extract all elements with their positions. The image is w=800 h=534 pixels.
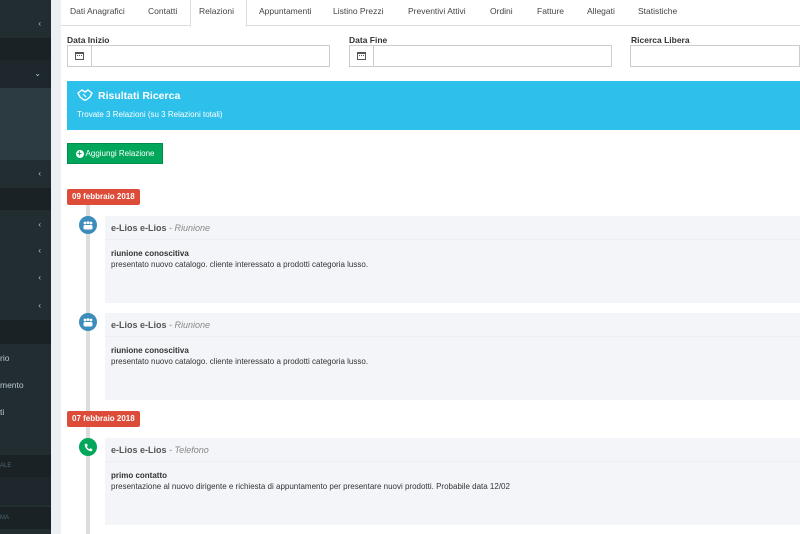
chevron-left-icon: ‹: [38, 169, 41, 178]
start-date-addon[interactable]: [67, 45, 92, 67]
sidebar-header: ALE: [0, 455, 51, 477]
sidebar-submenu: [0, 88, 51, 160]
calendar-icon: [75, 52, 84, 60]
tab-contatti[interactable]: Contatti: [140, 0, 185, 26]
sidebar-header: [0, 320, 51, 344]
end-date-label: Data Fine: [349, 35, 388, 45]
timeline-item-body: presentato nuovo catalogo. cliente inter…: [111, 357, 369, 366]
timeline-item: e-Lios e-Lios - Riunione riunione conosc…: [105, 216, 800, 303]
results-box: Risultati Ricerca Trovate 3 Relazioni (s…: [67, 81, 800, 130]
sidebar-item-expanded[interactable]: ⌄: [0, 60, 51, 88]
timeline-item: e-Lios e-Lios - Telefono primo contatto …: [105, 438, 800, 525]
chevron-left-icon: ‹: [38, 220, 41, 229]
results-subtitle: Trovate 3 Relazioni (su 3 Relazioni tota…: [77, 110, 223, 119]
sidebar-header: MA: [0, 507, 51, 529]
timeline-item-body: presentato nuovo catalogo. cliente inter…: [111, 260, 369, 269]
chevron-down-icon: ⌄: [34, 69, 41, 78]
sidebar-item[interactable]: ‹: [0, 238, 51, 264]
end-date-input[interactable]: [373, 45, 612, 67]
tab-allegati[interactable]: Allegati: [579, 0, 623, 26]
sidebar-item[interactable]: ‹: [0, 292, 51, 320]
start-date-label: Data Inizio: [67, 35, 110, 45]
main-content: Dati Anagrafici Contatti Relazioni Appun…: [61, 0, 800, 534]
sidebar: ‹ ⌄ ‹ ‹ ‹ ‹ ‹ rio mento ti ALE MA: [0, 0, 51, 534]
tab-dati-anagrafici[interactable]: Dati Anagrafici: [62, 0, 133, 26]
tab-ordini[interactable]: Ordini: [482, 0, 521, 26]
meeting-icon: [79, 313, 97, 331]
content-gutter: [51, 0, 61, 534]
results-title: Risultati Ricerca: [98, 90, 181, 102]
free-search-label: Ricerca Libera: [631, 35, 690, 45]
free-search-input[interactable]: [630, 45, 800, 67]
tab-fatture[interactable]: Fatture: [529, 0, 572, 26]
chevron-left-icon: ‹: [38, 301, 41, 310]
tab-listino-prezzi[interactable]: Listino Prezzi: [325, 0, 392, 26]
timeline-item-type: Riunione: [174, 320, 211, 330]
timeline-item-author: e-Lios e-Lios - Riunione: [111, 320, 211, 330]
add-relation-button[interactable]: + Aggiungi Relazione: [67, 143, 163, 164]
add-relation-label: Aggiungi Relazione: [85, 149, 155, 158]
timeline-item-title: riunione conoscitiva: [111, 249, 189, 258]
tab-appuntamenti[interactable]: Appuntamenti: [251, 0, 319, 26]
timeline-item-header: e-Lios e-Lios - Telefono: [105, 438, 800, 462]
chevron-left-icon: ‹: [38, 273, 41, 282]
plus-circle-icon: +: [75, 148, 84, 158]
timeline-item-header: e-Lios e-Lios - Riunione: [105, 313, 800, 337]
timeline-date-badge: 09 febbraio 2018: [67, 189, 140, 205]
tab-bar: Dati Anagrafici Contatti Relazioni Appun…: [61, 0, 800, 27]
tab-preventivi-attivi[interactable]: Preventivi Attivi: [400, 0, 474, 26]
calendar-icon: [357, 52, 366, 60]
handshake-icon: [77, 89, 93, 101]
meeting-icon: [79, 216, 97, 234]
timeline-item-body: presentazione al nuovo dirigente e richi…: [111, 482, 510, 491]
sidebar-header: [0, 188, 51, 210]
sidebar-item-label[interactable]: ti: [0, 407, 4, 417]
timeline-item: e-Lios e-Lios - Riunione riunione conosc…: [105, 313, 800, 400]
timeline-date-badge: 07 febbraio 2018: [67, 411, 140, 427]
sidebar-item[interactable]: ‹: [0, 160, 51, 188]
sidebar-item[interactable]: [0, 477, 51, 505]
sidebar-item[interactable]: ‹: [0, 10, 51, 38]
tab-relazioni[interactable]: Relazioni: [190, 0, 247, 27]
sidebar-header: [0, 38, 51, 60]
timeline-item-title: primo contatto: [111, 471, 167, 480]
timeline-item-title: riunione conoscitiva: [111, 346, 189, 355]
timeline-item-type: Riunione: [174, 223, 211, 233]
phone-icon: [79, 438, 97, 456]
timeline-item-author: e-Lios e-Lios - Riunione: [111, 223, 211, 233]
tab-statistiche[interactable]: Statistiche: [630, 0, 685, 26]
timeline-line: [86, 205, 90, 534]
sidebar-item[interactable]: ‹: [0, 212, 51, 238]
sidebar-item-label[interactable]: mento: [0, 380, 24, 390]
timeline-item-author: e-Lios e-Lios - Telefono: [111, 445, 209, 455]
chevron-left-icon: ‹: [38, 246, 41, 255]
timeline-item-header: e-Lios e-Lios - Riunione: [105, 216, 800, 240]
sidebar-item[interactable]: ‹: [0, 264, 51, 292]
start-date-input[interactable]: [91, 45, 330, 67]
timeline-item-type: Telefono: [174, 445, 209, 455]
end-date-addon[interactable]: [349, 45, 374, 67]
sidebar-item-label[interactable]: rio: [0, 353, 9, 363]
chevron-left-icon: ‹: [38, 19, 41, 28]
